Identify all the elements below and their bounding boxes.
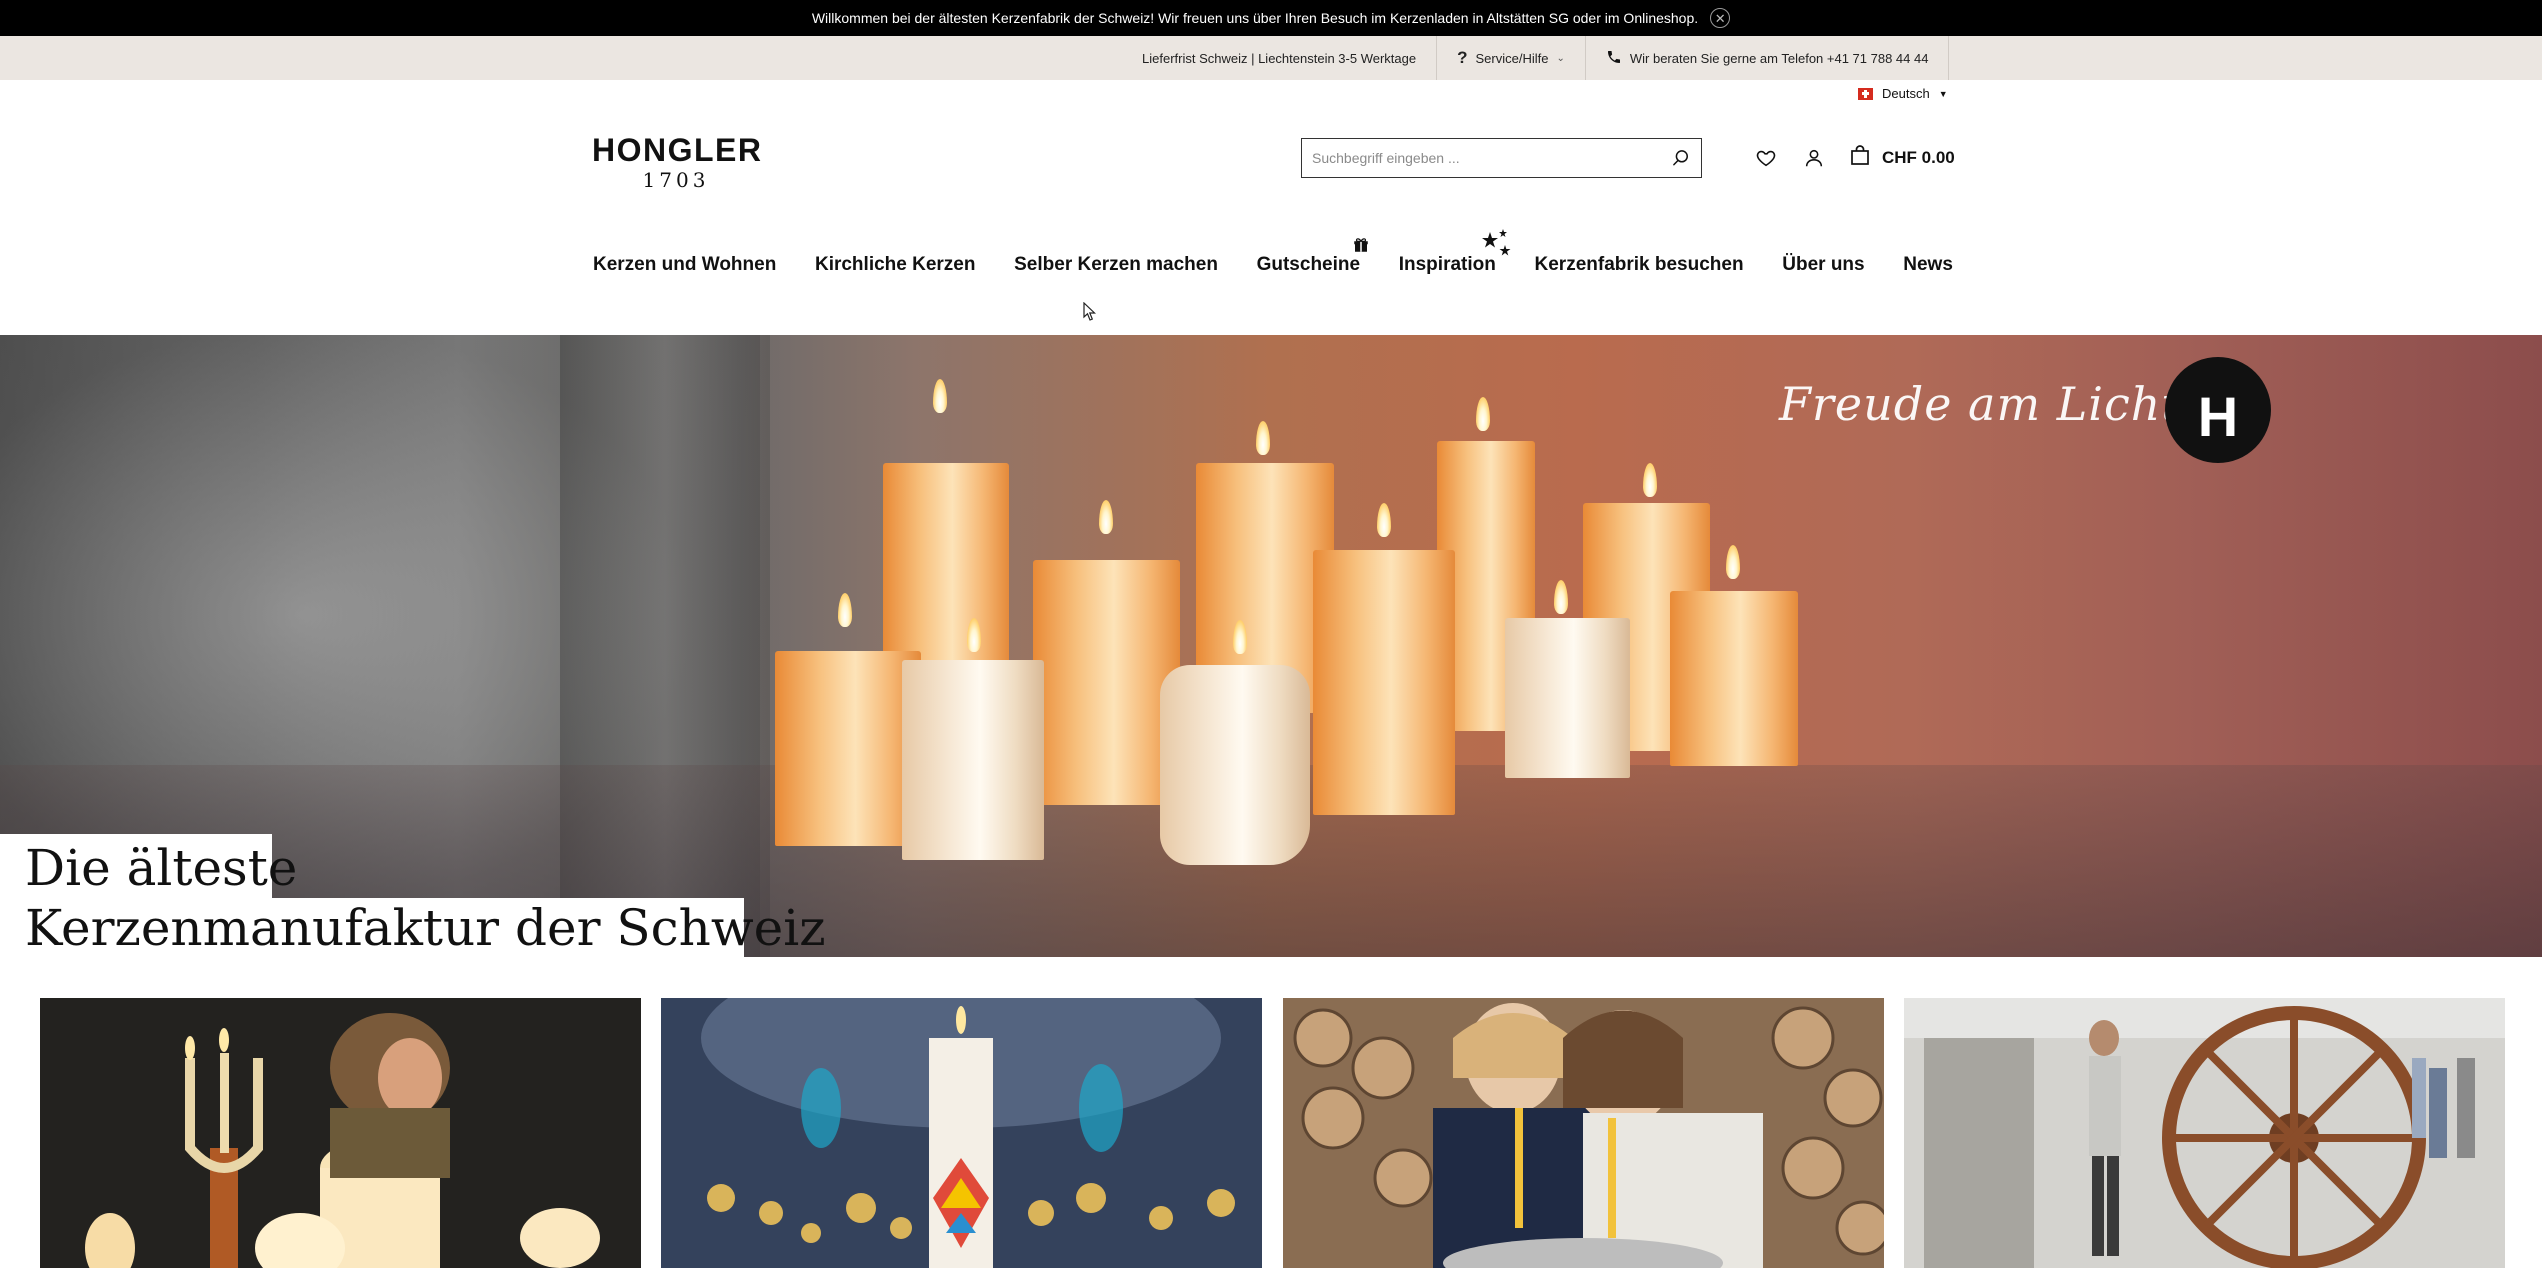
announcement-bar: Willkommen bei der ältesten Kerzenfabrik…: [0, 0, 2542, 36]
category-tile-kirchliche-kerzen[interactable]: [661, 998, 1262, 1268]
nav-item-gutscheine-wrapper: Gutscheine: [1257, 238, 1368, 276]
main-nav: Kerzen und Wohnen Kirchliche Kerzen Selb…: [593, 229, 1953, 280]
candle: [1033, 560, 1180, 805]
candle-flame: [933, 379, 947, 413]
category-tile-selber-kerzen-machen[interactable]: [1283, 998, 1884, 1268]
phone-icon: [1606, 49, 1622, 68]
logo[interactable]: HONGLER 1703: [592, 132, 763, 192]
nav-item-inspiration-wrapper: Inspiration: [1399, 229, 1511, 276]
logo-year: 1703: [642, 168, 710, 192]
logo-name: HONGLER: [592, 132, 763, 168]
tile-image-church-candle: [661, 998, 1262, 1268]
caret-down-icon: ▼: [1938, 88, 1948, 99]
candle-flame: [1726, 545, 1740, 579]
tile-image-candle-factory: [1904, 998, 2505, 1268]
tile-image-girl-lamps: [40, 998, 641, 1268]
candle-flame: [1377, 503, 1391, 537]
hero-tagline: Freude am Licht: [1779, 377, 2181, 431]
announcement-text: Willkommen bei der ältesten Kerzenfabrik…: [811, 10, 1699, 26]
chevron-down-icon: ⌄: [1556, 52, 1565, 64]
service-help-label: Service/Hilfe: [1475, 50, 1549, 66]
badge-wick: [2228, 399, 2233, 413]
mouse-cursor-icon: [1083, 301, 1097, 327]
nav-item-kirchliche-kerzen[interactable]: Kirchliche Kerzen: [815, 254, 976, 276]
candle: [1313, 550, 1455, 815]
cart-amount: CHF 0.00: [1882, 147, 1955, 167]
candle-flame: [1554, 580, 1568, 614]
hero-headline-line1: Die älteste: [0, 834, 297, 898]
candle: [775, 651, 921, 846]
nav-item-ueber-uns[interactable]: Über uns: [1782, 254, 1864, 276]
search-icon[interactable]: [1661, 140, 1701, 176]
swiss-flag-icon: [1858, 87, 1873, 100]
phone-text: Wir beraten Sie gerne am Telefon +41 71 …: [1629, 50, 1929, 66]
cart-button[interactable]: CHF 0.00: [1848, 143, 1955, 172]
hero-headline-line2: Kerzenmanufaktur der Schweiz: [0, 898, 826, 958]
candle-flame: [1099, 500, 1113, 534]
hero-banner[interactable]: Freude am Licht H: [0, 335, 2542, 957]
tile-image-candle-dipping: [1283, 998, 1884, 1268]
language-selector[interactable]: Deutsch ▼: [1858, 86, 1948, 101]
search-input[interactable]: [1302, 140, 1661, 176]
badge-wick: [2203, 399, 2208, 413]
language-label: Deutsch: [1882, 86, 1930, 101]
close-icon[interactable]: ✕: [1710, 8, 1731, 28]
user-icon[interactable]: [1802, 146, 1826, 170]
gift-icon: [1352, 236, 1370, 259]
candle: [1505, 618, 1630, 778]
delivery-text: Lieferfrist Schweiz | Liechtenstein 3-5 …: [1142, 50, 1417, 66]
question-icon: ?: [1457, 48, 1468, 67]
nav-item-kerzenfabrik-besuchen[interactable]: Kerzenfabrik besuchen: [1535, 254, 1744, 276]
nav-item-kerzen-und-wohnen[interactable]: Kerzen und Wohnen: [593, 254, 776, 276]
service-bar: Lieferfrist Schweiz | Liechtenstein 3-5 …: [0, 36, 2542, 80]
nav-item-selber-kerzen-machen[interactable]: Selber Kerzen machen: [1014, 254, 1218, 276]
delivery-info: Lieferfrist Schweiz | Liechtenstein 3-5 …: [1127, 36, 1436, 80]
candle-flame: [1476, 397, 1490, 431]
service-help-dropdown[interactable]: ? Service/Hilfe ⌄: [1436, 36, 1585, 80]
heart-icon[interactable]: [1754, 146, 1778, 170]
category-tile-kerzenfabrik-besuchen[interactable]: [1904, 998, 2505, 1268]
candle-flame: [838, 593, 852, 627]
badge-letter: H: [2197, 384, 2239, 448]
hongler-badge: H: [2165, 357, 2271, 463]
category-tile-kerzen-und-wohnen[interactable]: [40, 998, 641, 1268]
candle: [902, 660, 1044, 860]
candle-flame: [1256, 421, 1270, 455]
candle: [1670, 591, 1798, 766]
sparkle-icon: [1479, 228, 1513, 263]
search-box: [1301, 138, 1702, 178]
shopping-bag-icon: [1848, 143, 1872, 172]
nav-item-news[interactable]: News: [1903, 254, 1953, 276]
candle: [1160, 665, 1310, 865]
candle-flame: [1643, 463, 1657, 497]
phone-contact[interactable]: Wir beraten Sie gerne am Telefon +41 71 …: [1584, 36, 1950, 80]
nav-item-gutscheine[interactable]: Gutscheine: [1257, 254, 1360, 275]
